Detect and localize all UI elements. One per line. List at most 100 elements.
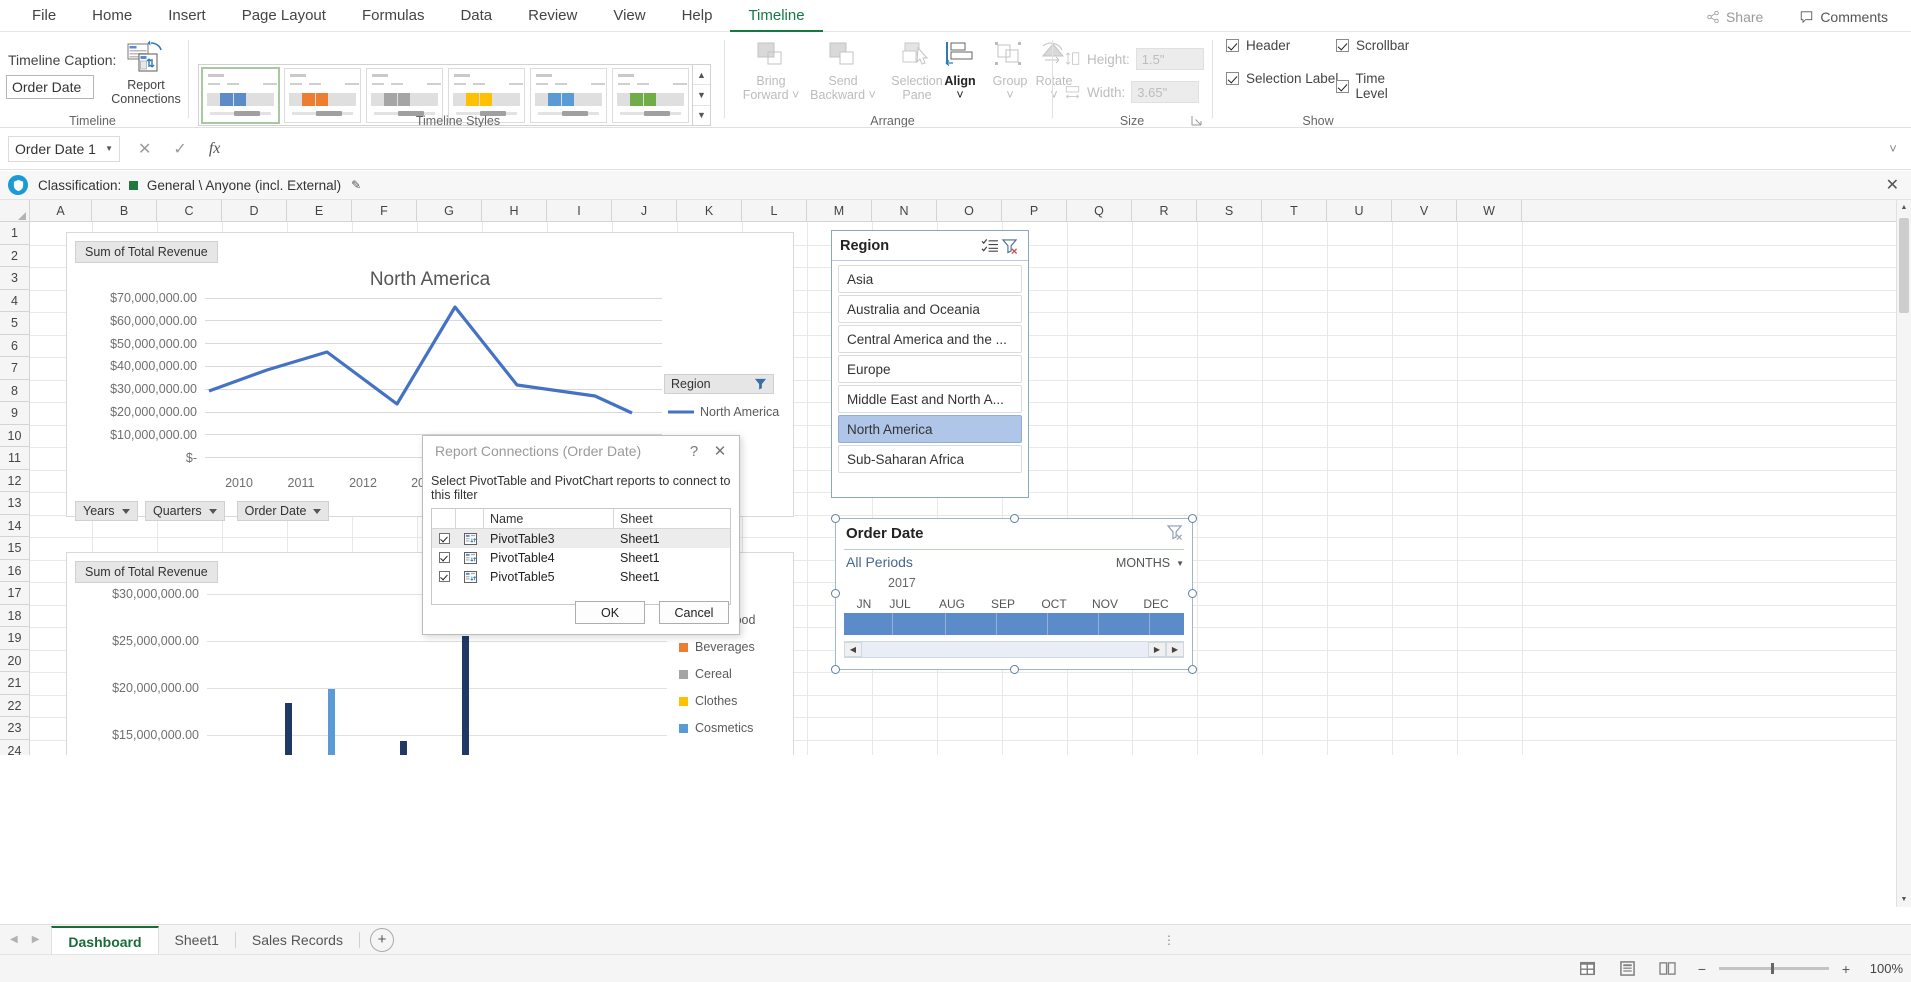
pivot-field-button-order-date[interactable]: Order Date — [237, 501, 330, 521]
show-checkbox-scrollbar[interactable]: Scrollbar — [1336, 38, 1409, 53]
row-header-17[interactable]: 17 — [0, 582, 29, 605]
scroll-up-button[interactable]: ▲ — [1897, 200, 1911, 215]
row-header-20[interactable]: 20 — [0, 650, 29, 673]
clear-filter-icon[interactable] — [1000, 236, 1020, 256]
timeline-month-jul[interactable]: JUL — [874, 597, 926, 611]
column-header-H[interactable]: H — [482, 200, 547, 222]
connection-checkbox[interactable] — [432, 533, 456, 544]
row-header-11[interactable]: 11 — [0, 447, 29, 470]
ribbon-tab-help[interactable]: Help — [664, 0, 731, 32]
vertical-scrollbar[interactable]: ▲ ▼ — [1896, 200, 1911, 907]
insert-function-icon[interactable]: fx — [209, 140, 221, 158]
slicer-item-north-america[interactable]: North America — [838, 415, 1022, 443]
timeline-month-dec[interactable]: DEC — [1130, 597, 1182, 611]
resize-handle-tr[interactable] — [1188, 514, 1197, 523]
row-header-24[interactable]: 24 — [0, 740, 29, 756]
connection-row[interactable]: PivotTable4Sheet1 — [432, 548, 730, 567]
row-header-23[interactable]: 23 — [0, 717, 29, 740]
close-classification-icon[interactable]: ✕ — [1886, 175, 1899, 195]
show-checkbox-header[interactable]: Header — [1226, 38, 1290, 53]
cancel-formula-icon[interactable]: ✕ — [138, 139, 151, 159]
timeline-scrollbar[interactable]: ◀ ▶ ▶ — [844, 641, 1184, 658]
sheet-tab-sheet1[interactable]: Sheet1 — [159, 926, 235, 954]
column-header-W[interactable]: W — [1457, 200, 1522, 222]
page-break-preview-button[interactable] — [1655, 959, 1679, 979]
timeline-selection-bar[interactable] — [844, 613, 1184, 635]
timeline-level-dropdown[interactable]: MONTHS ▼ — [1116, 556, 1184, 570]
report-connections-dialog[interactable]: Report Connections (Order Date) ? ✕ Sele… — [422, 435, 740, 635]
select-all-corner[interactable] — [0, 200, 30, 222]
column-header-R[interactable]: R — [1132, 200, 1197, 222]
vertical-scroll-thumb[interactable] — [1899, 218, 1909, 313]
connection-row[interactable]: PivotTable5Sheet1 — [432, 567, 730, 586]
row-header-14[interactable]: 14 — [0, 515, 29, 538]
row-header-22[interactable]: 22 — [0, 695, 29, 718]
resize-handle-mr[interactable] — [1188, 589, 1197, 598]
name-box[interactable]: Order Date 1 ▼ — [8, 136, 120, 162]
timeline-month-aug[interactable]: AUG — [926, 597, 978, 611]
ribbon-tab-file[interactable]: File — [14, 0, 74, 32]
column-header-O[interactable]: O — [937, 200, 1002, 222]
timeline-clear-filter-icon[interactable] — [1166, 524, 1184, 543]
expand-formula-bar-icon[interactable]: ˅ — [1885, 141, 1901, 156]
formula-input[interactable] — [234, 136, 1877, 162]
multi-select-icon[interactable] — [980, 236, 1000, 256]
sheet-tab-sales-records[interactable]: Sales Records — [236, 926, 359, 954]
timeline-scroll-left-button[interactable]: ◀ — [844, 642, 862, 657]
row-header-10[interactable]: 10 — [0, 425, 29, 448]
ribbon-tab-page-layout[interactable]: Page Layout — [224, 0, 344, 32]
resize-handle-ml[interactable] — [831, 589, 840, 598]
connection-checkbox[interactable] — [432, 552, 456, 563]
resize-handle-tc[interactable] — [1010, 514, 1019, 523]
column-header-D[interactable]: D — [222, 200, 287, 222]
row-header-6[interactable]: 6 — [0, 335, 29, 358]
connection-row[interactable]: PivotTable3Sheet1 — [432, 529, 730, 548]
slicer-item-europe[interactable]: Europe — [838, 355, 1022, 383]
zoom-slider[interactable] — [1719, 967, 1829, 970]
pivot-field-button-quarters[interactable]: Quarters — [145, 501, 225, 521]
enter-formula-icon[interactable]: ✓ — [173, 139, 186, 159]
slicer-item-middle-east-and-north-a[interactable]: Middle East and North A... — [838, 385, 1022, 413]
row-header-21[interactable]: 21 — [0, 672, 29, 695]
row-header-5[interactable]: 5 — [0, 312, 29, 335]
row-header-4[interactable]: 4 — [0, 290, 29, 313]
column-header-V[interactable]: V — [1392, 200, 1457, 222]
scroll-down-button[interactable]: ▼ — [1897, 892, 1911, 907]
column-header-L[interactable]: L — [742, 200, 807, 222]
zoom-in-button[interactable]: + — [1839, 961, 1853, 977]
connection-checkbox[interactable] — [432, 571, 456, 582]
column-header-T[interactable]: T — [1262, 200, 1327, 222]
sheet-tab-dashboard[interactable]: Dashboard — [51, 926, 158, 954]
ribbon-tab-home[interactable]: Home — [74, 0, 150, 32]
timeline-month-nov[interactable]: NOV — [1079, 597, 1131, 611]
column-header-F[interactable]: F — [352, 200, 417, 222]
legend-field-button-region[interactable]: Region — [664, 374, 774, 394]
ribbon-tab-timeline[interactable]: Timeline — [730, 0, 822, 32]
pivot-field-button-years[interactable]: Years — [75, 501, 138, 521]
resize-handle-bl[interactable] — [831, 665, 840, 674]
row-header-3[interactable]: 3 — [0, 267, 29, 290]
page-layout-view-button[interactable] — [1615, 959, 1639, 979]
row-header-2[interactable]: 2 — [0, 245, 29, 268]
zoom-level[interactable]: 100% — [1863, 961, 1903, 976]
column-header-G[interactable]: G — [417, 200, 482, 222]
column-header-B[interactable]: B — [92, 200, 157, 222]
column-header-J[interactable]: J — [612, 200, 677, 222]
split-handle-icon[interactable]: ⋮ — [1163, 933, 1175, 947]
edit-classification-icon[interactable]: ✎ — [351, 178, 361, 192]
row-header-18[interactable]: 18 — [0, 605, 29, 628]
column-header-I[interactable]: I — [547, 200, 612, 222]
timeline-scroll-end-button[interactable]: ▶ — [1166, 642, 1184, 657]
row-header-15[interactable]: 15 — [0, 537, 29, 560]
cancel-button[interactable]: Cancel — [659, 601, 729, 624]
zoom-slider-knob[interactable] — [1771, 963, 1774, 974]
column-header-Q[interactable]: Q — [1067, 200, 1132, 222]
timeline-slicer-order-date[interactable]: Order Date All Periods MONTHS ▼ 2017 JNJ… — [835, 518, 1193, 670]
gallery-scroll-down-button[interactable]: ▼ — [693, 85, 710, 105]
sheet-prev-icon[interactable]: ◀ — [10, 934, 18, 945]
column-header-S[interactable]: S — [1197, 200, 1262, 222]
dialog-help-icon[interactable]: ? — [681, 443, 707, 460]
report-connections-button[interactable]: Report Connections — [110, 40, 182, 107]
timeline-caption-input[interactable] — [6, 75, 94, 99]
align-button[interactable]: Align˅ — [932, 40, 988, 103]
